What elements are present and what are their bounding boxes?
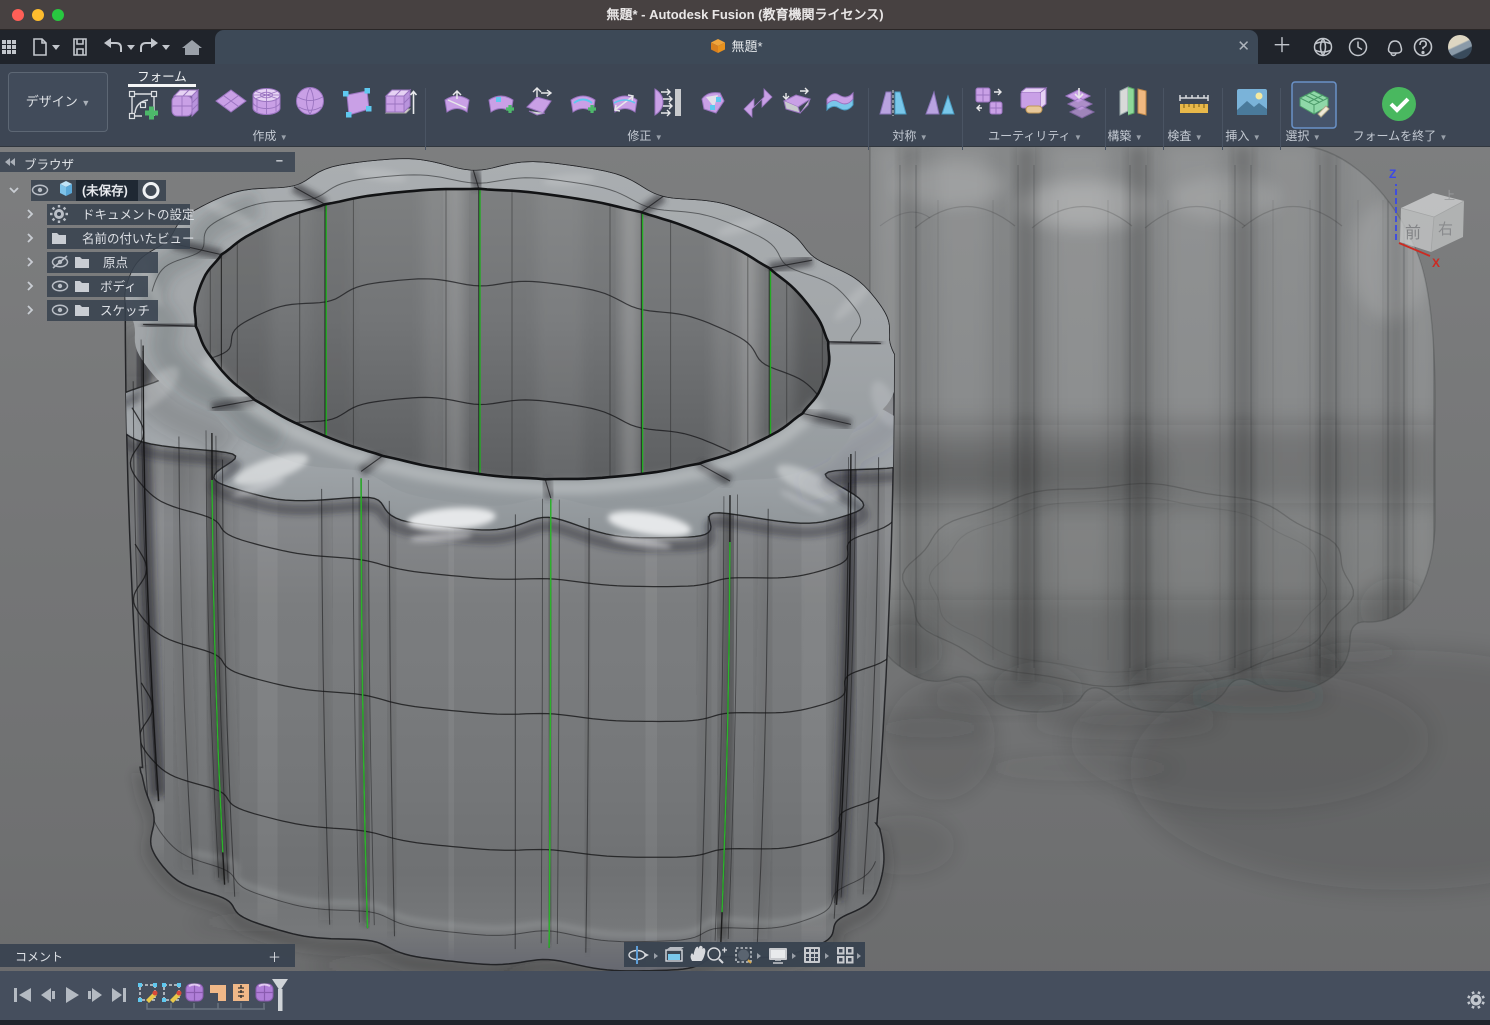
svg-text:ドキュメントの設定: ドキュメントの設定 bbox=[82, 207, 195, 222]
svg-text:右: 右 bbox=[1438, 221, 1453, 238]
svg-text:前: 前 bbox=[1405, 224, 1421, 242]
svg-text:X: X bbox=[1432, 256, 1440, 270]
svg-text:名前の付いたビュー: 名前の付いたビュー bbox=[82, 231, 195, 246]
svg-text:ボディ: ボディ bbox=[100, 279, 137, 294]
svg-text:(未保存): (未保存) bbox=[82, 183, 128, 198]
svg-text:スケッチ: スケッチ bbox=[100, 304, 150, 318]
svg-text:上: 上 bbox=[1444, 189, 1455, 202]
svg-text:原点: 原点 bbox=[103, 256, 128, 270]
svg-text:Z: Z bbox=[1389, 167, 1396, 181]
